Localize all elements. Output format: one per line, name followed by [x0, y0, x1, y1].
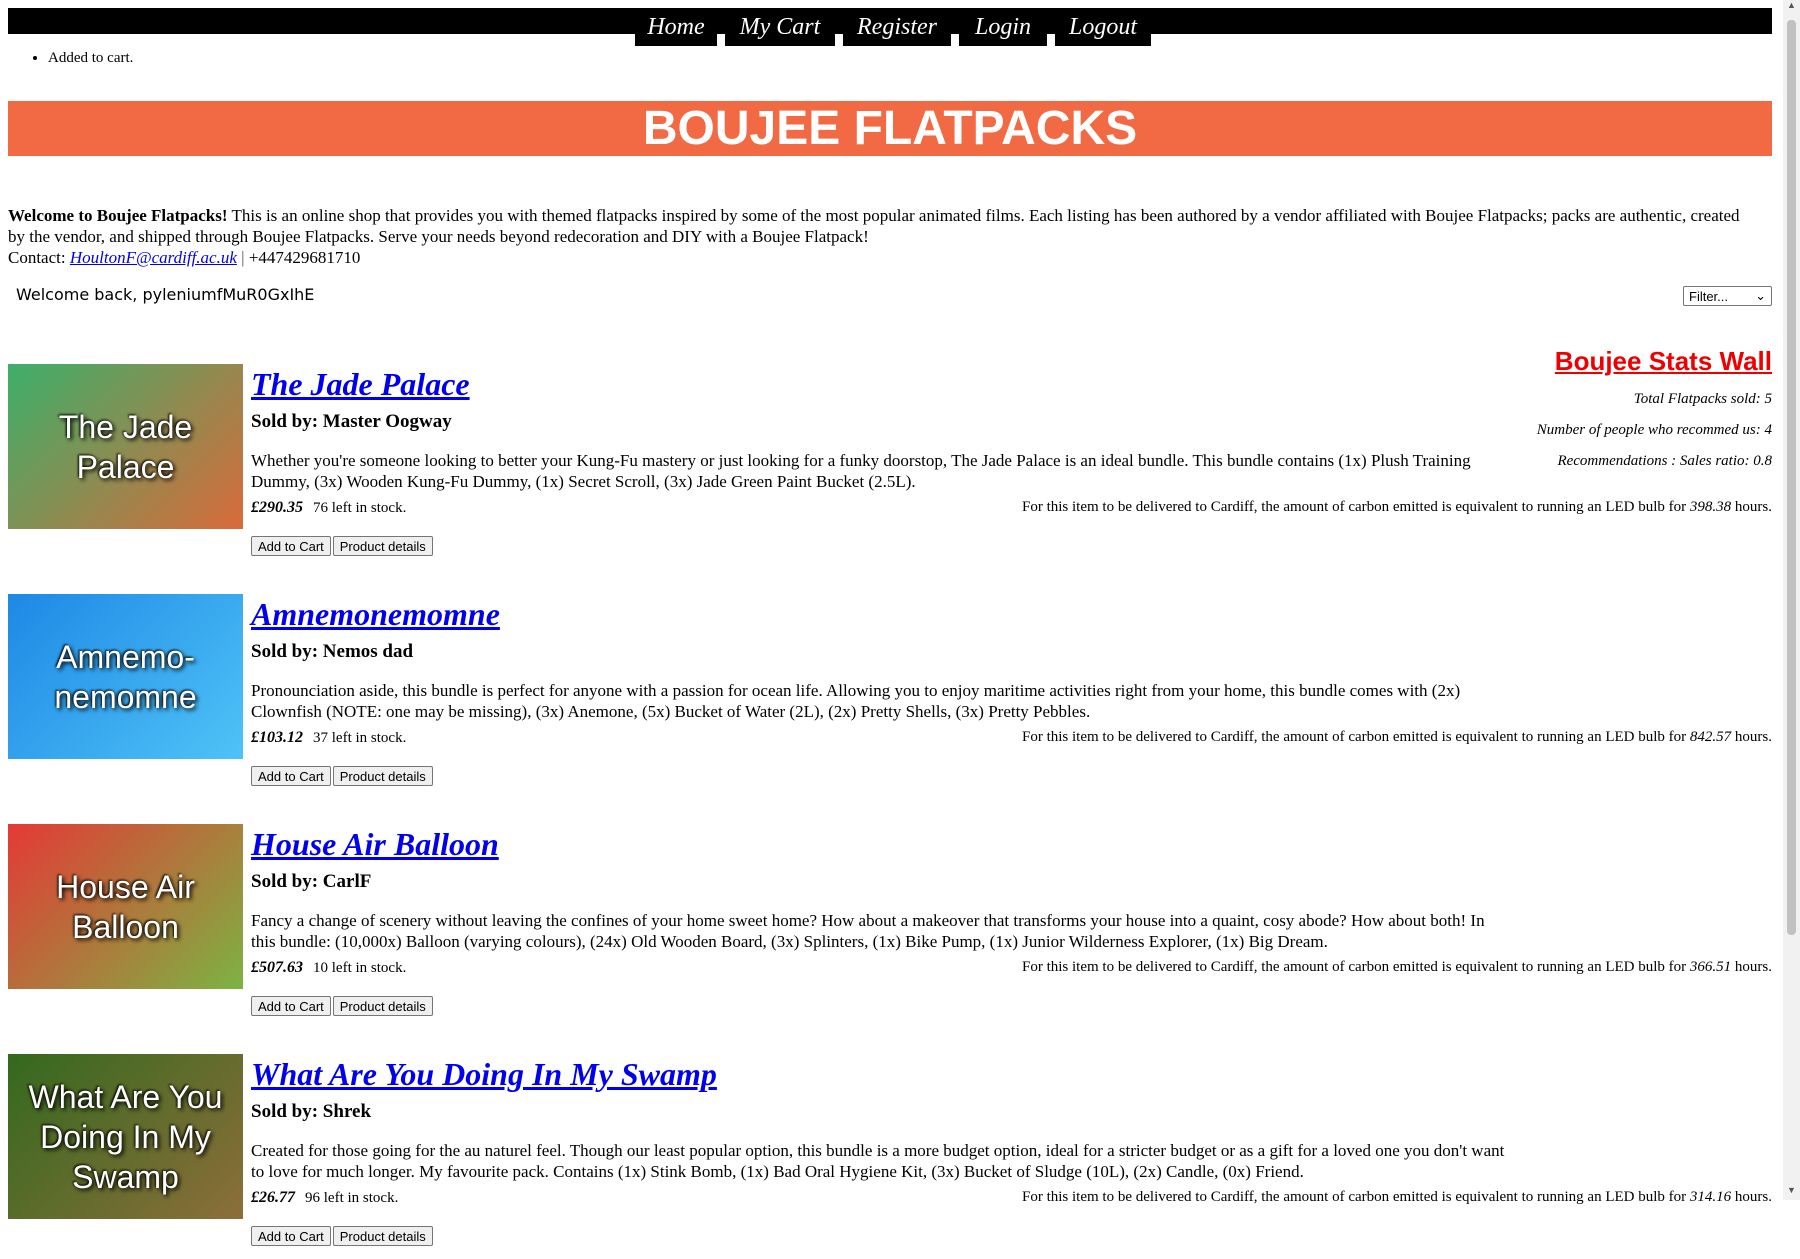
product-seller: Sold by: Nemos dad — [251, 641, 414, 662]
nav-link-logout[interactable]: Logout — [1055, 8, 1151, 46]
filter-select[interactable]: Filter... ⌄ — [1683, 286, 1772, 306]
product-info: Amnemonemomne Sold by: Nemos dad Pronoun… — [251, 594, 1506, 722]
nav-link-my-cart[interactable]: My Cart — [725, 8, 835, 46]
product-actions: Add to Cart Product details — [251, 1226, 433, 1246]
carbon-prefix: For this item to be delivered to Cardiff… — [1022, 499, 1690, 515]
carbon-hours: 366.51 — [1689, 959, 1732, 975]
product-info: What Are You Doing In My Swamp Sold by: … — [251, 1054, 1506, 1182]
flash-message: Added to cart. — [28, 50, 133, 67]
product-details-button[interactable]: Product details — [332, 766, 433, 786]
product-title-link[interactable]: The Jade Palace — [251, 366, 470, 402]
product-stock: 10 left in stock. — [313, 960, 407, 976]
product-title: House Air Balloon — [251, 826, 1506, 863]
carbon-prefix: For this item to be delivered to Cardiff… — [1022, 959, 1690, 975]
intro-text: Welcome to Boujee Flatpacks! This is an … — [8, 205, 1748, 268]
product-title-link[interactable]: House Air Balloon — [251, 826, 499, 862]
intro-bold: Welcome to Boujee Flatpacks! — [8, 206, 228, 225]
nav-link-register[interactable]: Register — [843, 8, 951, 46]
product-actions: Add to Cart Product details — [251, 996, 433, 1016]
nav-link-home[interactable]: Home — [635, 8, 717, 46]
product-description: Whether you're someone looking to better… — [251, 451, 1471, 491]
carbon-hours: 314.16 — [1689, 1189, 1732, 1205]
product-card: What Are You Doing In My Swamp What Are … — [8, 1054, 1772, 1259]
product-stock: 37 left in stock. — [313, 730, 407, 746]
product-description: Pronounciation aside, this bundle is per… — [251, 681, 1461, 721]
product-price: £290.35 — [251, 499, 303, 516]
product-details-button[interactable]: Product details — [332, 996, 433, 1016]
product-image-text: The Jade Palace — [58, 408, 193, 485]
chevron-down-icon: ⌄ — [1755, 288, 1766, 303]
product-details-button[interactable]: Product details — [332, 1226, 433, 1246]
product-description: Fancy a change of scenery without leavin… — [251, 911, 1485, 951]
flash-item: Added to cart. — [48, 50, 133, 67]
carbon-suffix: hours. — [1731, 499, 1772, 515]
nav-link-login[interactable]: Login — [959, 8, 1047, 46]
product-carbon: For this item to be delivered to Cardiff… — [1022, 1189, 1772, 1206]
intro-body: This is an online shop that provides you… — [8, 206, 1740, 246]
scroll-down-icon[interactable]: ▼ — [1783, 1185, 1800, 1200]
carbon-prefix: For this item to be delivered to Cardiff… — [1022, 729, 1690, 745]
welcome-message: Welcome back, pyleniumfMuR0GxIhE — [16, 285, 315, 304]
product-price-row: £103.12 37 left in stock. — [251, 729, 406, 747]
contact-email-link[interactable]: HoultonF@cardiff.ac.uk — [70, 248, 237, 267]
product-stock: 96 left in stock. — [305, 1190, 399, 1206]
product-seller: Sold by: Shrek — [251, 1101, 372, 1122]
product-actions: Add to Cart Product details — [251, 536, 433, 556]
product-seller: Sold by: CarlF — [251, 871, 372, 892]
product-info: The Jade Palace Sold by: Master Oogway W… — [251, 364, 1506, 492]
product-carbon: For this item to be delivered to Cardiff… — [1022, 729, 1772, 746]
product-stock: 76 left in stock. — [313, 500, 407, 516]
contact-phone: +447429681710 — [248, 248, 361, 267]
product-seller: Sold by: Master Oogway — [251, 411, 452, 432]
product-title-link[interactable]: Amnemonemomne — [251, 596, 500, 632]
carbon-hours: 842.57 — [1689, 729, 1732, 745]
product-image[interactable]: Amnemo-nemomne — [8, 594, 243, 759]
product-image[interactable]: The Jade Palace — [8, 364, 243, 529]
product-title-link[interactable]: What Are You Doing In My Swamp — [251, 1056, 717, 1092]
product-title: The Jade Palace — [251, 366, 1506, 403]
product-price-row: £507.63 10 left in stock. — [251, 959, 406, 977]
contact-separator: | — [236, 248, 249, 267]
product-price: £507.63 — [251, 959, 303, 976]
product-card: Amnemo-nemomne Amnemonemomne Sold by: Ne… — [8, 594, 1772, 799]
product-image-text: What Are You Doing In My Swamp — [28, 1078, 223, 1195]
product-actions: Add to Cart Product details — [251, 766, 433, 786]
add-to-cart-button[interactable]: Add to Cart — [251, 996, 331, 1016]
add-to-cart-button[interactable]: Add to Cart — [251, 1226, 331, 1246]
contact-label: Contact: — [8, 248, 70, 267]
product-title: What Are You Doing In My Swamp — [251, 1056, 1506, 1093]
product-price: £103.12 — [251, 729, 303, 746]
page-scrollbar[interactable]: ▲ ▼ — [1783, 0, 1800, 1200]
add-to-cart-button[interactable]: Add to Cart — [251, 766, 331, 786]
product-price-row: £26.77 96 left in stock. — [251, 1189, 398, 1207]
product-details-button[interactable]: Product details — [332, 536, 433, 556]
carbon-suffix: hours. — [1731, 1189, 1772, 1205]
scrollbar-thumb[interactable] — [1787, 20, 1796, 935]
scroll-up-icon[interactable]: ▲ — [1783, 0, 1800, 15]
carbon-suffix: hours. — [1731, 959, 1772, 975]
carbon-prefix: For this item to be delivered to Cardiff… — [1022, 1189, 1690, 1205]
product-card: House Air Balloon House Air Balloon Sold… — [8, 824, 1772, 1029]
product-image[interactable]: What Are You Doing In My Swamp — [8, 1054, 243, 1219]
product-price-row: £290.35 76 left in stock. — [251, 499, 406, 517]
product-info: House Air Balloon Sold by: CarlF Fancy a… — [251, 824, 1506, 952]
product-carbon: For this item to be delivered to Cardiff… — [1022, 499, 1772, 516]
site-banner: BOUJEE FLATPACKS — [8, 101, 1772, 156]
product-image-text: Amnemo-nemomne — [54, 638, 197, 715]
add-to-cart-button[interactable]: Add to Cart — [251, 536, 331, 556]
product-image[interactable]: House Air Balloon — [8, 824, 243, 989]
product-image-text: House Air Balloon — [56, 868, 195, 945]
product-carbon: For this item to be delivered to Cardiff… — [1022, 959, 1772, 976]
filter-label: Filter... — [1689, 288, 1729, 304]
main-nav: Home My Cart Register Login Logout — [635, 8, 1151, 46]
product-description: Created for those going for the au natur… — [251, 1141, 1505, 1181]
carbon-suffix: hours. — [1731, 729, 1772, 745]
product-card: The Jade Palace The Jade Palace Sold by:… — [8, 364, 1772, 569]
product-price: £26.77 — [251, 1189, 295, 1206]
product-title: Amnemonemomne — [251, 596, 1506, 633]
carbon-hours: 398.38 — [1689, 499, 1732, 515]
